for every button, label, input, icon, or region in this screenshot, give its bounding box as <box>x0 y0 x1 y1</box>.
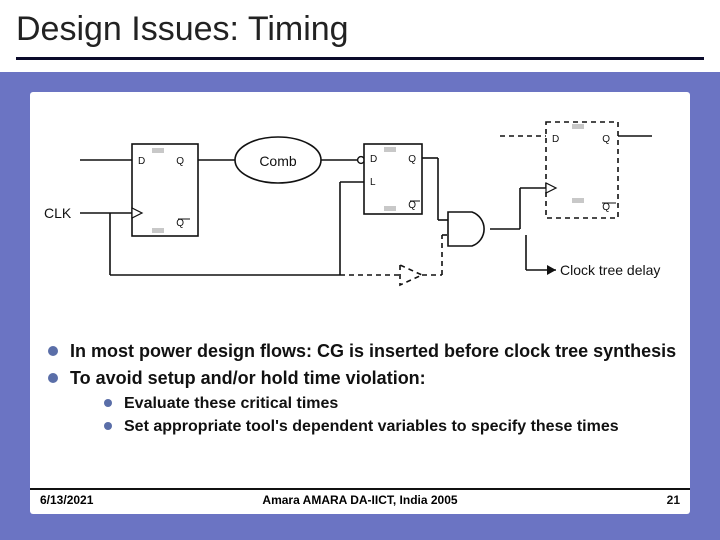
content-card: CLK D Q Q <box>30 92 690 514</box>
bullet-dot-icon <box>48 373 58 383</box>
title-bar: Design Issues: Timing <box>0 0 720 72</box>
flipflop-left: D Q Q <box>132 144 198 236</box>
title-rule <box>16 57 704 60</box>
ff2-q-label: Q <box>602 134 610 145</box>
footer-page: 21 <box>667 493 680 507</box>
latch-q-label: Q <box>408 154 416 165</box>
bullet-text: To avoid setup and/or hold time violatio… <box>70 368 426 388</box>
sub-bullet-text: Evaluate these critical times <box>124 395 338 412</box>
comb-block: Comb <box>235 137 321 183</box>
latch-d-label: D <box>370 154 377 165</box>
clock-tree-delay-label: Clock tree delay <box>560 262 660 278</box>
comb-label: Comb <box>259 153 297 169</box>
footer: 6/13/2021 Amara AMARA DA-IICT, India 200… <box>30 488 690 510</box>
latch-l-label: L <box>370 177 376 188</box>
bullet-text: In most power design flows: CG is insert… <box>70 341 676 361</box>
clk-label: CLK <box>44 205 72 221</box>
bullet-dot-icon <box>104 422 112 430</box>
bullet-dot-icon <box>104 399 112 407</box>
ff2-qbar-label: Q <box>602 202 610 213</box>
bullet-item: In most power design flows: CG is insert… <box>46 340 678 363</box>
timing-diagram: CLK D Q Q <box>40 100 680 320</box>
ff2-d-label: D <box>552 134 559 145</box>
latch-block: D Q L Q <box>364 144 422 214</box>
and-gate-icon <box>448 212 484 246</box>
sub-bullet-item: Evaluate these critical times <box>104 394 678 414</box>
latch-qbar-label: Q <box>408 200 416 211</box>
flipflop-right: D Q Q <box>546 122 618 218</box>
slide: Design Issues: Timing CLK D Q Q <box>0 0 720 540</box>
sub-bullet-item: Set appropriate tool's dependent variabl… <box>104 417 678 437</box>
footer-center: Amara AMARA DA-IICT, India 2005 <box>30 493 690 507</box>
ff-qbar-label: Q <box>176 218 184 229</box>
bullet-dot-icon <box>48 346 58 356</box>
clock-buffer-icon <box>400 265 422 285</box>
bullet-item: To avoid setup and/or hold time violatio… <box>46 367 678 437</box>
sub-bullet-text: Set appropriate tool's dependent variabl… <box>124 418 619 435</box>
ff-q-label: Q <box>176 156 184 167</box>
body-text: In most power design flows: CG is insert… <box>46 340 678 441</box>
ff-d-label: D <box>138 156 145 167</box>
page-title: Design Issues: Timing <box>16 10 704 49</box>
